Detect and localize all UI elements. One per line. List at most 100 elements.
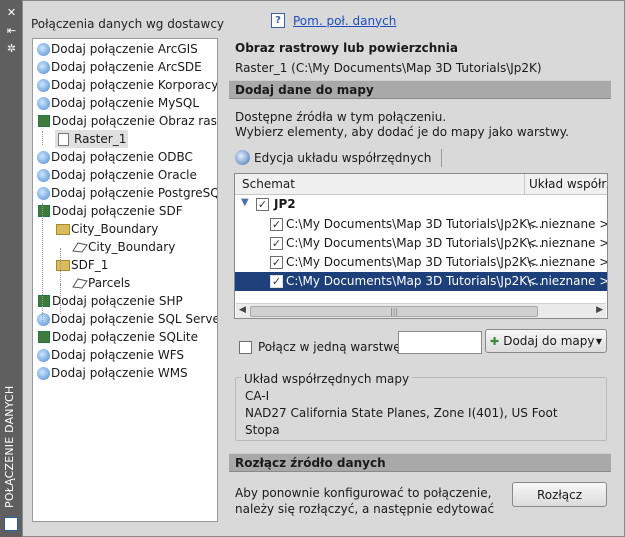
horizontal-scrollbar[interactable]: ◀ ||| ▶ (236, 303, 606, 318)
tree-item[interactable]: Dodaj połączenie Korporacyjne (36, 76, 218, 94)
folder-icon (56, 259, 70, 271)
edit-coordinate-system-button[interactable]: Edycja układu współrzędnych (254, 151, 431, 165)
add-data-section-header: Dodaj dane do mapy (229, 80, 611, 99)
tree-item-label: Dodaj połączenie Korporacyjne (51, 78, 218, 92)
table-row[interactable]: ✓ C:\My Documents\Map 3D Tutorials\Jp2K\… (235, 253, 607, 272)
grid-toolbar: Edycja układu współrzędnych (235, 146, 607, 169)
map-coordinate-title: Układ współrzędnych mapy (241, 372, 413, 386)
tree-item[interactable]: Dodaj połączenie Oracle (36, 166, 197, 184)
disconnect-info-line-1: Aby ponownie konfigurować to połączenie, (235, 486, 492, 500)
tree-item[interactable]: Dodaj połączenie WMS (36, 364, 188, 382)
dropdown-arrow-icon[interactable]: ▼ (596, 337, 602, 346)
scrollbar-thumb[interactable]: ||| (250, 306, 538, 317)
table-row[interactable]: ✓ C:\My Documents\Map 3D Tutorials\Jp2K\… (235, 215, 607, 234)
group-label: JP2 (274, 197, 296, 211)
app-logo-icon (4, 517, 18, 531)
row-checkbox[interactable]: ✓ (270, 237, 283, 250)
collapse-triangle-icon[interactable]: ▼ (241, 197, 249, 208)
tree-item[interactable]: Dodaj połączenie WFS (36, 346, 184, 364)
tree-item[interactable]: Dodaj połączenie Obraz rastrowy (36, 112, 217, 130)
tree-item[interactable]: Parcels (72, 274, 130, 292)
row-coord: < nieznane > (527, 236, 608, 250)
tree-item[interactable]: Dodaj połączenie ArcSDE (36, 58, 202, 76)
tree-item-label: Raster_1 (72, 132, 129, 146)
coord-code: CA-I (245, 389, 270, 403)
tree-item-label: Dodaj połączenie WMS (51, 366, 188, 380)
merge-layer-name-input[interactable] (398, 331, 482, 354)
tree-item-label: Dodaj połączenie ArcSDE (51, 60, 202, 74)
disconnect-info-line-2: należy się rozłączyć, a następnie edytow… (235, 502, 495, 516)
row-checkbox[interactable]: ✓ (270, 275, 283, 288)
column-header-schema[interactable]: Schemat (242, 177, 295, 191)
column-header-coord[interactable]: Układ współrzędnych (529, 177, 607, 191)
merge-checkbox[interactable] (239, 340, 252, 354)
tree-item-label: Dodaj połączenie PostgreSQL (51, 186, 218, 200)
tree-item[interactable]: Raster_1 (55, 130, 129, 148)
tree-connector (60, 284, 61, 314)
disconnect-button[interactable]: Rozłącz (512, 482, 607, 507)
raster-icon (38, 115, 50, 127)
group-checkbox[interactable]: ✓ (256, 198, 269, 211)
tree-item-label: Dodaj połączenie SDF (52, 204, 183, 218)
globe-icon (235, 150, 250, 165)
palette-title: POŁĄCZENIE DANYCH (3, 385, 16, 508)
close-icon[interactable]: ✕ (5, 6, 18, 19)
grid-group-row[interactable]: ▼ ✓ JP2 (235, 195, 607, 214)
row-path: C:\My Documents\Map 3D Tutorials\Jp2K\..… (286, 274, 543, 288)
properties-icon[interactable]: ✲ (5, 42, 18, 55)
tree-item[interactable]: Dodaj połączenie SDF (36, 202, 183, 220)
scroll-right-icon[interactable]: ▶ (596, 305, 603, 315)
row-checkbox[interactable]: ✓ (270, 218, 283, 231)
schema-grid[interactable]: Schemat Układ współrzędnych ▼ ✓ JP2 ✓ C:… (234, 173, 608, 319)
tree-item[interactable]: Dodaj połączenie ArcGIS (36, 40, 198, 58)
tree-item-label: City_Boundary (88, 240, 176, 254)
row-checkbox[interactable]: ✓ (270, 256, 283, 269)
disconnect-info: Aby ponownie konfigurować to połączenie,… (235, 485, 494, 517)
tree-item-label: Dodaj połączenie WFS (51, 348, 185, 362)
globe-icon (37, 60, 50, 74)
raster-icon (38, 295, 50, 307)
add-to-map-button[interactable]: ✚ Dodaj do mapy ▼ (485, 329, 607, 353)
tree-item[interactable]: Dodaj połączenie PostgreSQL (36, 184, 218, 202)
row-coord: < nieznane > (527, 255, 608, 269)
provider-tree[interactable]: Dodaj połączenie ArcGIS Dodaj połączenie … (32, 38, 218, 522)
help-link[interactable]: ? Pom. poł. danych (271, 13, 396, 28)
tree-item[interactable]: Dodaj połączenie SHP (36, 292, 183, 310)
info-text: Dostępne źródła w tym połączeniu. Wybier… (235, 110, 569, 140)
row-path: C:\My Documents\Map 3D Tutorials\Jp2K\..… (286, 255, 543, 269)
tree-item[interactable]: Dodaj połączenie ODBC (36, 148, 193, 166)
table-row-selected[interactable]: ✓ C:\My Documents\Map 3D Tutorials\Jp2K\… (235, 271, 608, 292)
add-layer-icon: ✚ (490, 334, 500, 348)
tree-item-label: Dodaj połączenie SQL Server Spatial (51, 312, 217, 326)
tree-item[interactable]: City_Boundary (72, 238, 175, 256)
table-row[interactable]: ✓ C:\My Documents\Map 3D Tutorials\Jp2K\… (235, 234, 607, 253)
globe-icon (37, 42, 50, 56)
row-path: C:\My Documents\Map 3D Tutorials\Jp2K\..… (286, 217, 543, 231)
coord-description: NAD27 California State Planes, Zone I(40… (245, 406, 558, 420)
help-icon[interactable]: ? (271, 13, 285, 28)
tree-item-label: Dodaj połączenie SHP (52, 294, 183, 308)
page-icon (58, 132, 69, 146)
polygon-icon (72, 241, 88, 253)
info-line-1: Dostępne źródła w tym połączeniu. (235, 110, 447, 124)
add-to-map-label: Dodaj do mapy (503, 334, 595, 348)
tree-item[interactable]: SDF_1 (55, 256, 108, 274)
tree-item[interactable]: Dodaj połączenie SQLite (36, 328, 198, 346)
tree-item-label: SDF_1 (71, 258, 109, 272)
tree-item-label: Parcels (88, 276, 131, 290)
row-path: C:\My Documents\Map 3D Tutorials\Jp2K\..… (286, 236, 543, 250)
help-link-text[interactable]: Pom. poł. danych (293, 14, 396, 28)
merge-layer-option[interactable]: Połącz w jedną warstwę: (239, 340, 405, 354)
scroll-left-icon[interactable]: ◀ (239, 305, 246, 315)
row-coord: < nieznane > (527, 274, 608, 288)
column-divider[interactable] (524, 174, 525, 195)
grid-header: Schemat Układ współrzędnych (235, 174, 607, 195)
tree-connector (42, 131, 43, 145)
tree-item[interactable]: City_Boundary (55, 220, 158, 238)
tree-item[interactable]: Dodaj połączenie MySQL (36, 94, 199, 112)
globe-icon (37, 186, 50, 200)
raster-icon (38, 205, 50, 217)
tree-connector (42, 203, 43, 323)
tree-item[interactable]: Dodaj połączenie SQL Server Spatial (36, 310, 217, 328)
pin-icon[interactable]: ⇤ (5, 24, 18, 37)
